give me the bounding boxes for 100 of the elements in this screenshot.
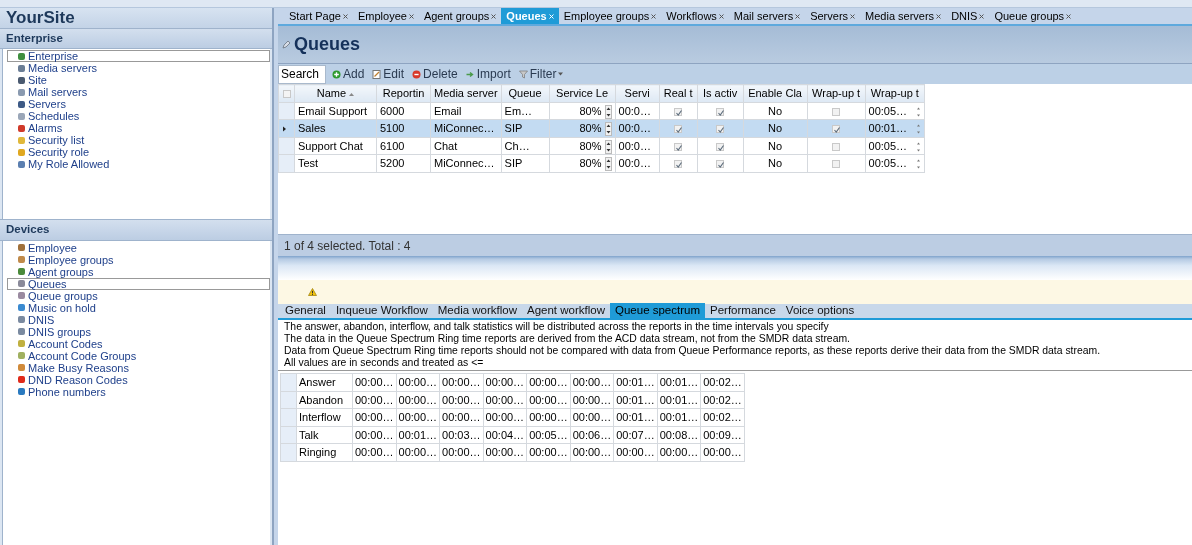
tree-item[interactable]: DNIS groups <box>7 325 270 338</box>
document-tab[interactable]: Employee groups <box>558 8 662 24</box>
tree-item[interactable]: Site <box>7 74 270 87</box>
table-cell: 00:00… <box>570 408 614 426</box>
checkbox[interactable] <box>674 160 683 169</box>
sort-icon <box>349 92 355 96</box>
document-tab[interactable]: Queue groups <box>989 8 1077 24</box>
tree-item[interactable]: Queues <box>7 277 270 290</box>
document-tab[interactable]: Media servers <box>860 8 947 24</box>
column-header[interactable]: Real t <box>659 84 698 102</box>
column-header[interactable]: Name <box>294 84 377 102</box>
tree-item[interactable]: Security role <box>7 146 270 159</box>
document-tab[interactable]: Servers <box>805 8 861 24</box>
close-icon <box>795 13 801 19</box>
column-header[interactable]: Servi <box>615 84 660 102</box>
tree-item[interactable]: Music on hold <box>7 301 270 314</box>
table-cell: 00:01… <box>613 408 658 426</box>
detail-tab[interactable]: Queue spectrum <box>610 303 705 318</box>
table-row[interactable]: Email Support 6000 Email Em… 80% 00:0… No 00:05… <box>278 102 925 120</box>
checkbox[interactable] <box>674 125 683 134</box>
detail-tab[interactable]: Agent workflow <box>522 303 610 318</box>
checkbox[interactable] <box>716 142 725 151</box>
table-cell: 00:01… <box>657 373 701 391</box>
column-header[interactable]: Reportin <box>376 84 431 102</box>
tree-item[interactable]: Account Code Groups <box>7 349 270 362</box>
tree-item[interactable]: DNIS <box>7 313 270 326</box>
column-header[interactable]: Service Le <box>549 84 616 102</box>
tree-item[interactable]: My Role Allowed <box>7 158 270 171</box>
document-tab[interactable]: Employee <box>353 8 419 24</box>
tree-item[interactable]: Alarms <box>7 122 270 135</box>
spinner-icon <box>916 140 922 153</box>
table-row[interactable]: Test 5200 MiConnec… SIP 80% 00:0… No 00:05… <box>278 154 925 172</box>
toolbar-button[interactable]: Edit <box>370 65 407 83</box>
table-cell: Email <box>430 102 502 120</box>
table-row[interactable]: Support Chat 6100 Chat Ch… 80% 00:0… No 00:05… <box>278 137 925 155</box>
table-cell: 00:02… <box>700 408 745 426</box>
table-cell: 00:00… <box>352 373 397 391</box>
select-all-header[interactable] <box>278 84 295 102</box>
checkbox[interactable] <box>716 107 725 116</box>
column-header[interactable]: Enable Cla <box>743 84 808 102</box>
document-pencil-icon <box>372 69 382 79</box>
document-tab[interactable]: Mail servers <box>728 8 806 24</box>
tree-item[interactable]: Make Busy Reasons <box>7 361 270 374</box>
column-header[interactable]: Wrap-up t <box>807 84 866 102</box>
spinner-icon <box>916 105 922 118</box>
detail-tab[interactable]: Media workflow <box>432 303 522 318</box>
document-tab[interactable]: Agent groups <box>418 8 502 24</box>
column-header[interactable]: Is activ <box>697 84 744 102</box>
close-icon <box>548 13 554 19</box>
close-icon <box>1066 13 1072 19</box>
table-cell: Test <box>294 154 377 172</box>
checkbox[interactable] <box>832 160 841 169</box>
tree-item[interactable]: Account Codes <box>7 337 270 350</box>
detail-tab[interactable]: Performance <box>705 303 781 318</box>
document-tab[interactable]: Workflows <box>661 8 729 24</box>
tree-item[interactable]: DND Reason Codes <box>7 373 270 386</box>
panel-header: Enterprise <box>0 28 272 50</box>
tree-item[interactable]: Enterprise <box>7 50 270 63</box>
toolbar-button[interactable]: Delete <box>410 65 460 83</box>
tree-item[interactable]: Schedules <box>7 110 270 123</box>
checkbox[interactable] <box>674 142 683 151</box>
table-cell: Ch… <box>501 137 550 155</box>
checkbox[interactable] <box>832 125 841 134</box>
checkbox[interactable] <box>674 107 683 116</box>
checkbox[interactable] <box>832 142 841 151</box>
column-header[interactable]: Wrap-up t <box>865 84 925 102</box>
table-row[interactable]: Sales 5100 MiConnec… SIP 80% 00:0… No 00:01… <box>278 119 925 137</box>
table-cell: 00:01… <box>396 426 440 444</box>
tree-item[interactable]: Employee groups <box>7 253 270 266</box>
table-cell: Chat <box>430 137 502 155</box>
detail-tab[interactable]: General <box>280 303 331 318</box>
checkbox[interactable] <box>716 160 725 169</box>
tree-item[interactable]: Media servers <box>7 62 270 75</box>
tree-item[interactable]: Mail servers <box>7 86 270 99</box>
row-header[interactable] <box>280 373 297 391</box>
close-icon <box>491 13 497 19</box>
table-cell: 00:05… <box>868 104 908 117</box>
tree-item[interactable]: Queue groups <box>7 289 270 302</box>
column-header[interactable]: Queue <box>501 84 550 102</box>
table-cell: 6100 <box>376 137 431 155</box>
tree-item[interactable]: Servers <box>7 98 270 111</box>
checkbox[interactable] <box>716 125 725 134</box>
detail-tab[interactable]: Voice options <box>780 303 860 318</box>
document-tab[interactable]: DNIS <box>946 8 990 24</box>
tree-item[interactable]: Employee <box>7 241 270 254</box>
tree-item[interactable]: Agent groups <box>7 265 270 278</box>
table-cell: 00:05… <box>526 426 571 444</box>
search-field[interactable]: Search <box>278 64 326 84</box>
column-header[interactable]: Media server <box>430 84 502 102</box>
toolbar-button[interactable]: Add <box>330 65 367 83</box>
detail-tab[interactable]: Inqueue Workflow <box>330 303 433 318</box>
document-tab[interactable]: Start Page <box>284 8 353 24</box>
tree-item[interactable]: Security list <box>7 134 270 147</box>
splitter-bar[interactable] <box>278 256 1192 280</box>
tree-item[interactable]: Phone numbers <box>7 385 270 398</box>
toolbar-button[interactable]: Filter <box>516 65 566 83</box>
table-cell: 00:0… <box>615 154 660 172</box>
toolbar-button[interactable]: Import <box>463 65 513 83</box>
checkbox[interactable] <box>832 107 841 116</box>
info-text: All values are in seconds and treated as <= <box>284 357 485 369</box>
